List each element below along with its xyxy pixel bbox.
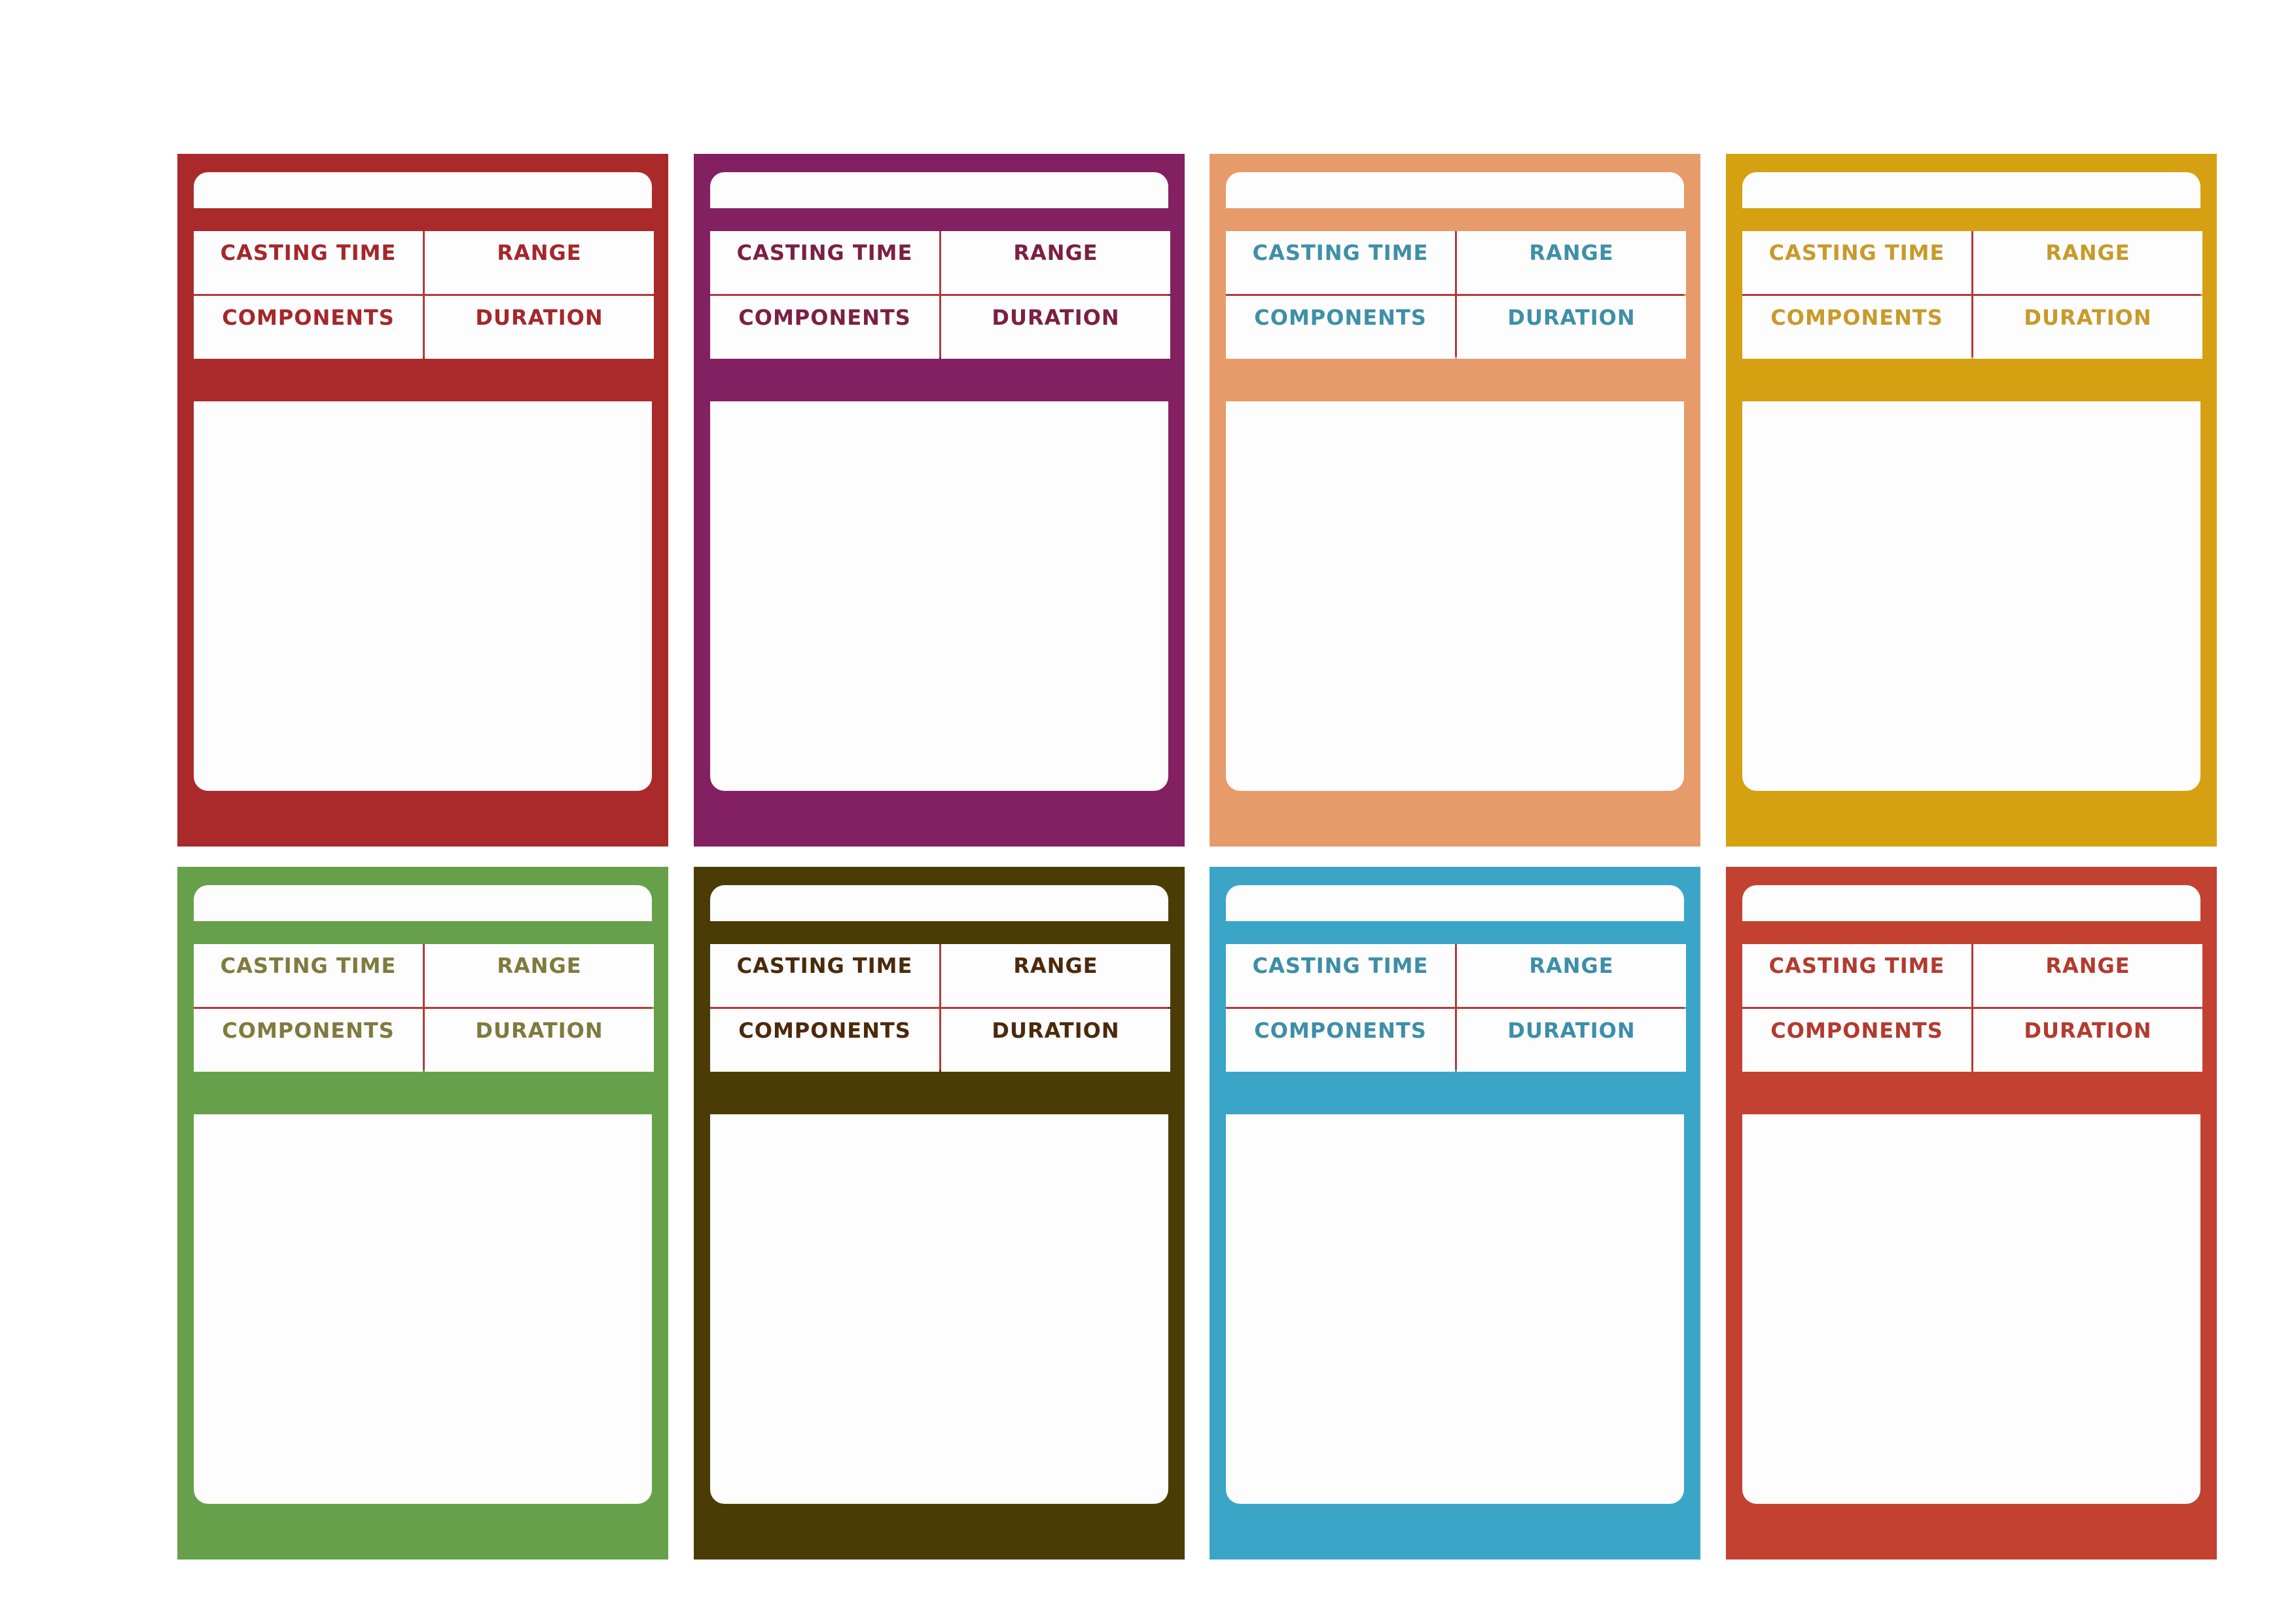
card-description-box [710, 401, 1168, 791]
components-label: COMPONENTS [1742, 296, 1971, 359]
card-title-box [1226, 885, 1684, 921]
casting-time-label: CASTING TIME [1226, 231, 1455, 294]
duration-label: DURATION [941, 296, 1170, 359]
casting-time-label: CASTING TIME [194, 944, 423, 1007]
casting-time-label: CASTING TIME [1226, 944, 1455, 1007]
card-title-box [710, 885, 1168, 921]
components-label: COMPONENTS [710, 296, 939, 359]
range-label: RANGE [1973, 231, 2202, 294]
card-title-box [1742, 885, 2200, 921]
casting-time-label: CASTING TIME [1742, 231, 1971, 294]
duration-label: DURATION [1457, 296, 1686, 359]
duration-label: DURATION [1457, 1009, 1686, 1072]
duration-label: DURATION [425, 1009, 654, 1072]
spell-card: CASTING TIME RANGE COMPONENTS DURATION [177, 867, 668, 1559]
card-title-box [1742, 172, 2200, 208]
spell-card: CASTING TIME RANGE COMPONENTS DURATION [1726, 867, 2217, 1559]
components-label: COMPONENTS [710, 1009, 939, 1072]
card-stats-table: CASTING TIME RANGE COMPONENTS DURATION [1742, 231, 2202, 359]
card-title-box [710, 172, 1168, 208]
duration-label: DURATION [1973, 296, 2202, 359]
range-label: RANGE [1973, 944, 2202, 1007]
range-label: RANGE [941, 944, 1170, 1007]
card-stats-table: CASTING TIME RANGE COMPONENTS DURATION [1226, 944, 1686, 1072]
range-label: RANGE [1457, 231, 1686, 294]
spell-card: CASTING TIME RANGE COMPONENTS DURATION [694, 867, 1185, 1559]
range-label: RANGE [941, 231, 1170, 294]
range-label: RANGE [1457, 944, 1686, 1007]
card-description-box [1742, 401, 2200, 791]
casting-time-label: CASTING TIME [1742, 944, 1971, 1007]
components-label: COMPONENTS [1226, 1009, 1455, 1072]
casting-time-label: CASTING TIME [710, 944, 939, 1007]
card-description-box [710, 1114, 1168, 1504]
card-description-box [194, 401, 652, 791]
card-stats-table: CASTING TIME RANGE COMPONENTS DURATION [194, 944, 654, 1072]
card-title-box [1226, 172, 1684, 208]
spell-card: CASTING TIME RANGE COMPONENTS DURATION [1210, 154, 1700, 847]
casting-time-label: CASTING TIME [710, 231, 939, 294]
card-stats-table: CASTING TIME RANGE COMPONENTS DURATION [710, 231, 1170, 359]
range-label: RANGE [425, 231, 654, 294]
card-title-box [194, 172, 652, 208]
duration-label: DURATION [425, 296, 654, 359]
range-label: RANGE [425, 944, 654, 1007]
duration-label: DURATION [941, 1009, 1170, 1072]
spell-card: CASTING TIME RANGE COMPONENTS DURATION [1726, 154, 2217, 847]
spell-card: CASTING TIME RANGE COMPONENTS DURATION [177, 154, 668, 847]
card-description-box [194, 1114, 652, 1504]
card-stats-table: CASTING TIME RANGE COMPONENTS DURATION [1226, 231, 1686, 359]
card-title-box [194, 885, 652, 921]
spell-card-sheet: CASTING TIME RANGE COMPONENTS DURATION C… [0, 0, 2296, 1623]
components-label: COMPONENTS [194, 296, 423, 359]
card-stats-table: CASTING TIME RANGE COMPONENTS DURATION [1742, 944, 2202, 1072]
components-label: COMPONENTS [1742, 1009, 1971, 1072]
casting-time-label: CASTING TIME [194, 231, 423, 294]
card-description-box [1226, 401, 1684, 791]
spell-card: CASTING TIME RANGE COMPONENTS DURATION [1210, 867, 1700, 1559]
components-label: COMPONENTS [1226, 296, 1455, 359]
card-description-box [1742, 1114, 2200, 1504]
card-description-box [1226, 1114, 1684, 1504]
spell-card: CASTING TIME RANGE COMPONENTS DURATION [694, 154, 1185, 847]
components-label: COMPONENTS [194, 1009, 423, 1072]
duration-label: DURATION [1973, 1009, 2202, 1072]
card-stats-table: CASTING TIME RANGE COMPONENTS DURATION [194, 231, 654, 359]
card-stats-table: CASTING TIME RANGE COMPONENTS DURATION [710, 944, 1170, 1072]
